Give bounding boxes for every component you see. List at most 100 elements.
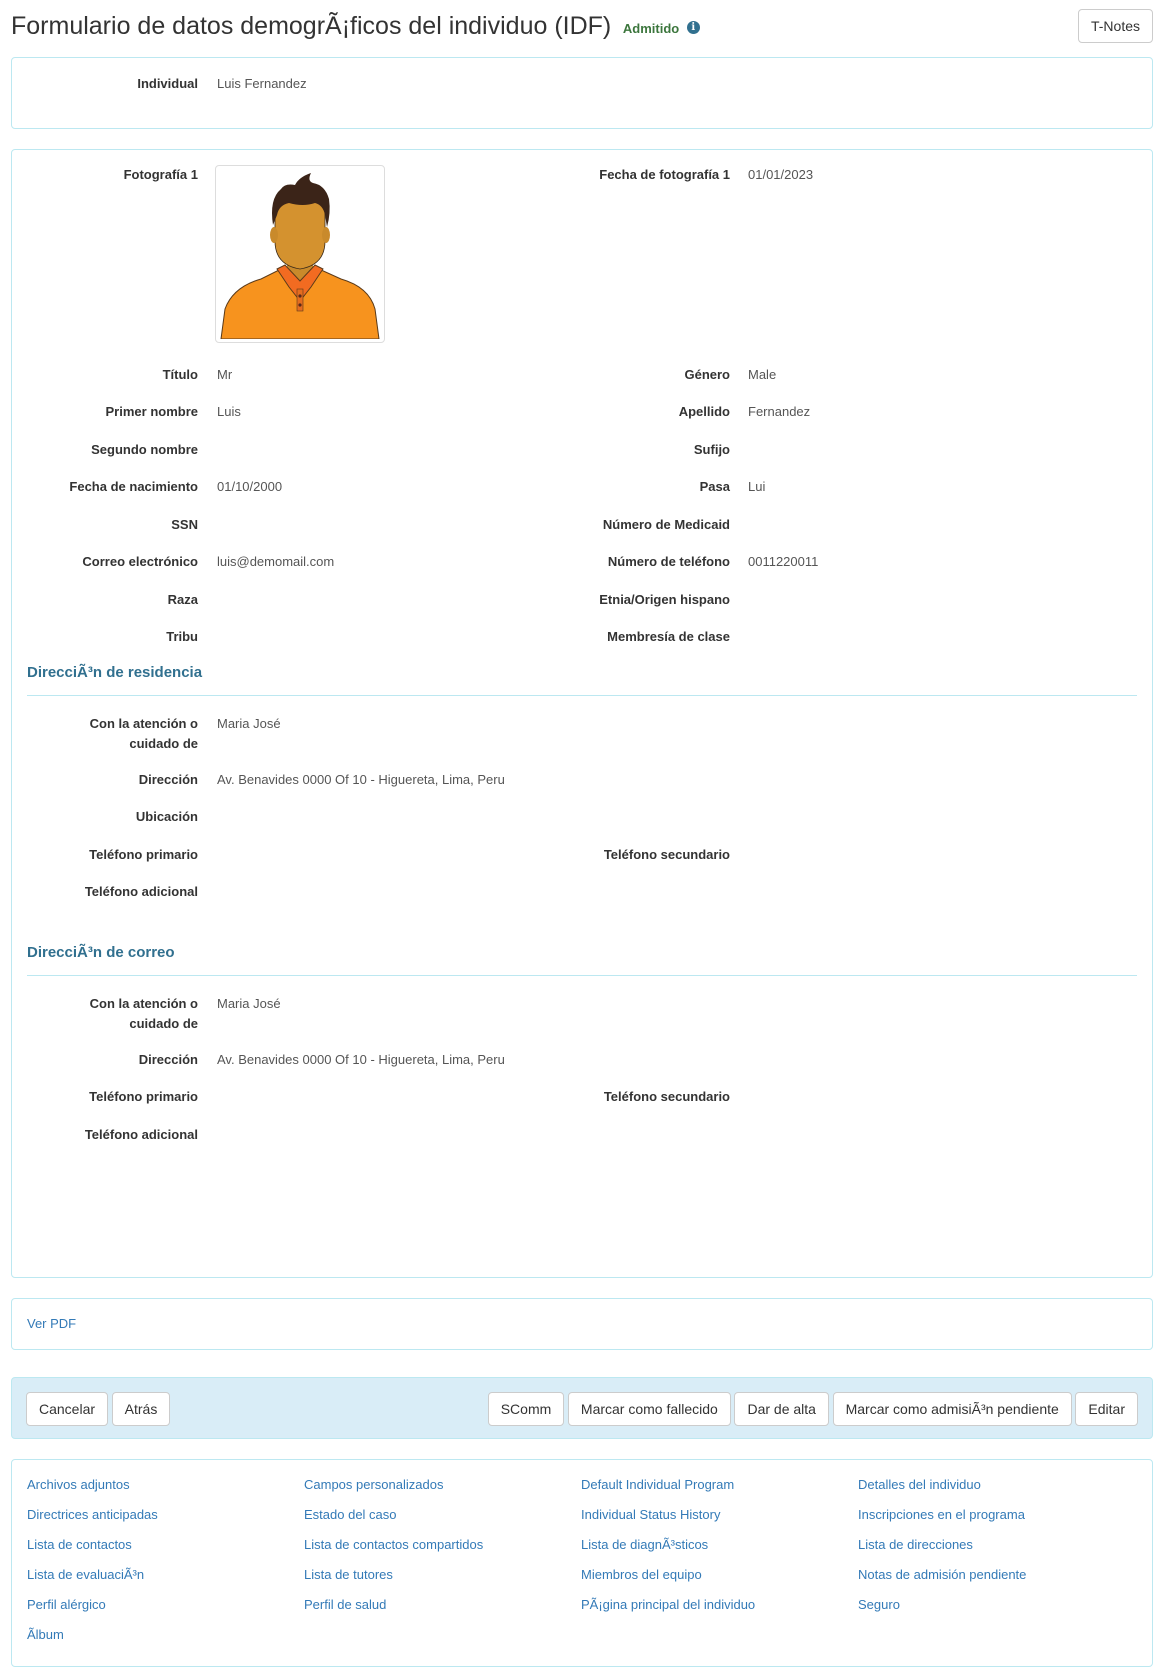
- page-header: Formulario de datos demogrÃ¡ficos del in…: [11, 9, 1153, 52]
- residence-address-heading: DirecciÃ³n de residencia: [27, 664, 203, 681]
- secondary-phone-label: Teléfono secundario: [603, 1089, 730, 1104]
- first-name-value: Luis: [217, 404, 241, 419]
- nickname-label: Pasa: [699, 479, 730, 494]
- phone-label: Número de teléfono: [607, 554, 730, 569]
- person-avatar-icon: [219, 169, 381, 340]
- last-name-label: Apellido: [678, 404, 730, 419]
- section-divider: [27, 695, 1137, 696]
- email-value: luis@demomail.com: [217, 554, 335, 569]
- link-guardians-list[interactable]: Lista de tutores: [304, 1565, 393, 1585]
- link-advance-directives[interactable]: Directrices anticipadas: [27, 1505, 158, 1525]
- residence-phones-row: Teléfono primario Teléfono secundario: [12, 845, 1152, 865]
- mailing-care-of-row: Con la atención o cuidado de Maria José: [12, 994, 1152, 1034]
- cancel-button[interactable]: Cancelar: [26, 1392, 109, 1426]
- link-insurance[interactable]: Seguro: [858, 1595, 900, 1615]
- ethnicity-label: Etnia/Origen hispano: [599, 592, 730, 607]
- field-row: Segundo nombre Sufijo: [12, 440, 1152, 460]
- photo-date-label: Fecha de fotografía 1: [599, 167, 730, 182]
- additional-phone-label: Teléfono adicional: [84, 884, 198, 899]
- field-row: Correo electrónico luis@demomail.com Núm…: [12, 552, 1152, 572]
- link-custom-fields[interactable]: Campos personalizados: [304, 1475, 443, 1495]
- photo-label: Fotografía 1: [123, 167, 198, 182]
- section-divider: [27, 975, 1137, 976]
- link-shared-contacts-list[interactable]: Lista de contactos compartidos: [304, 1535, 483, 1555]
- care-of-value: Maria José: [217, 996, 281, 1011]
- care-of-label-line-2: cuidado de: [129, 1016, 198, 1031]
- photo-row: Fotografía 1 Fecha de fotografía 1 01/01…: [12, 165, 1152, 185]
- link-album[interactable]: Ãlbum: [27, 1625, 64, 1645]
- link-health-profile[interactable]: Perfil de salud: [304, 1595, 386, 1615]
- photo-thumbnail[interactable]: [215, 165, 385, 343]
- back-button[interactable]: Atrás: [111, 1392, 171, 1426]
- photo-date-value: 01/01/2023: [748, 167, 814, 182]
- mailing-address-row: Dirección Av. Benavides 0000 Of 10 - Hig…: [12, 1050, 1152, 1070]
- link-team-members[interactable]: Miembros del equipo: [581, 1565, 702, 1585]
- mailing-phones-row: Teléfono primario Teléfono secundario: [12, 1087, 1152, 1107]
- info-circle-icon[interactable]: i: [686, 21, 700, 34]
- mark-deceased-button[interactable]: Marcar como fallecido: [567, 1392, 731, 1426]
- pdf-panel: Ver PDF: [11, 1298, 1153, 1350]
- action-bar-left: Cancelar Atrás: [26, 1392, 171, 1426]
- link-individual-home-page[interactable]: PÃ¡gina principal del individuo: [581, 1595, 755, 1615]
- primary-phone-label: Teléfono primario: [89, 847, 198, 862]
- residence-additional-phone-row: Teléfono adicional: [12, 882, 1152, 902]
- link-individual-status-history[interactable]: Individual Status History: [581, 1505, 720, 1525]
- address-value: Av. Benavides 0000 Of 10 - Higuereta, Li…: [217, 772, 505, 787]
- field-row: Primer nombre Luis Apellido Fernandez: [12, 402, 1152, 422]
- link-address-list[interactable]: Lista de direcciones: [858, 1535, 973, 1555]
- care-of-label-line-2: cuidado de: [129, 736, 198, 751]
- address-value: Av. Benavides 0000 Of 10 - Higuereta, Li…: [217, 1052, 505, 1067]
- class-membership-label: Membresía de clase: [607, 629, 730, 644]
- field-row: Tribu Membresía de clase: [12, 627, 1152, 647]
- individual-label: Individual: [137, 76, 198, 91]
- ssn-label: SSN: [171, 517, 198, 532]
- mailing-address-heading: DirecciÃ³n de correo: [27, 944, 175, 961]
- link-pending-admission-notes[interactable]: Notas de admisión pendiente: [858, 1565, 1026, 1585]
- birth-date-label: Fecha de nacimiento: [69, 479, 198, 494]
- care-of-label-line-1: Con la atención o: [89, 996, 198, 1011]
- details-panel: Fotografía 1 Fecha de fotografía 1 01/01…: [11, 149, 1153, 1278]
- mark-pending-admission-button[interactable]: Marcar como admisiÃ³n pendiente: [832, 1392, 1072, 1426]
- race-label: Raza: [167, 592, 198, 607]
- link-program-enrollments[interactable]: Inscripciones en el programa: [858, 1505, 1025, 1525]
- middle-name-label: Segundo nombre: [91, 442, 198, 457]
- link-allergy-profile[interactable]: Perfil alérgico: [27, 1595, 106, 1615]
- link-contacts-list[interactable]: Lista de contactos: [27, 1535, 132, 1555]
- care-of-value: Maria José: [217, 716, 281, 731]
- title-value: Mr: [217, 367, 233, 382]
- field-row: Raza Etnia/Origen hispano: [12, 590, 1152, 610]
- scomm-button[interactable]: SComm: [487, 1392, 565, 1426]
- individual-value: Luis Fernandez: [217, 76, 307, 91]
- action-bar-right: SComm Marcar como fallecido Dar de alta …: [487, 1392, 1138, 1426]
- title-label: Título: [162, 367, 198, 382]
- address-label: Dirección: [138, 1052, 198, 1067]
- field-row: Título Mr Género Male: [12, 365, 1152, 385]
- t-notes-button[interactable]: T-Notes: [1077, 9, 1153, 43]
- view-pdf-link[interactable]: Ver PDF: [27, 1314, 76, 1334]
- field-row: Fecha de nacimiento 01/10/2000 Pasa Lui: [12, 477, 1152, 497]
- location-label: Ubicación: [135, 809, 198, 824]
- primary-phone-label: Teléfono primario: [89, 1089, 198, 1104]
- discharge-button[interactable]: Dar de alta: [734, 1392, 829, 1426]
- link-case-status[interactable]: Estado del caso: [304, 1505, 397, 1525]
- link-individual-details[interactable]: Detalles del individuo: [858, 1475, 981, 1495]
- care-of-label: Con la atención o cuidado de: [18, 714, 198, 754]
- gender-label: Género: [684, 367, 730, 382]
- last-name-value: Fernandez: [748, 404, 811, 419]
- secondary-phone-label: Teléfono secundario: [603, 847, 730, 862]
- care-of-label: Con la atención o cuidado de: [18, 994, 198, 1034]
- mailing-additional-phone-row: Teléfono adicional: [12, 1125, 1152, 1145]
- tribe-label: Tribu: [166, 629, 198, 644]
- link-default-individual-program[interactable]: Default Individual Program: [581, 1475, 734, 1495]
- gender-value: Male: [748, 367, 777, 382]
- link-attachments[interactable]: Archivos adjuntos: [27, 1475, 130, 1495]
- link-assessment-list[interactable]: Lista de evaluaciÃ³n: [27, 1565, 144, 1585]
- edit-button[interactable]: Editar: [1075, 1392, 1138, 1426]
- status-badge: Admitido: [622, 21, 680, 36]
- action-bar: Cancelar Atrás SComm Marcar como falleci…: [11, 1377, 1153, 1439]
- nickname-value: Lui: [748, 479, 766, 494]
- address-label: Dirección: [138, 772, 198, 787]
- link-diagnosis-list[interactable]: Lista de diagnÃ³sticos: [581, 1535, 708, 1555]
- additional-phone-label: Teléfono adicional: [84, 1127, 198, 1142]
- residence-location-row: Ubicación: [12, 807, 1152, 827]
